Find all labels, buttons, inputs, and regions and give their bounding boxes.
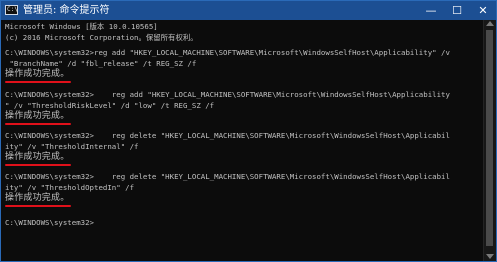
- success-message: 操作成功完成。: [5, 193, 70, 203]
- scroll-down-arrow-icon[interactable]: [486, 254, 494, 259]
- minimize-button[interactable]: —: [418, 1, 444, 20]
- console-line: " /v "ThresholdRiskLevel" /d "low" /t RE…: [5, 101, 215, 110]
- window-controls: — ☐ ✕: [418, 1, 496, 20]
- scroll-up-arrow-icon[interactable]: [486, 21, 494, 26]
- command-prompt-window: C:\ 管理员: 命令提示符 — ☐ ✕ Microsoft Windows […: [0, 0, 497, 262]
- success-highlight-underline: [5, 205, 71, 207]
- vertical-scrollbar[interactable]: [483, 20, 496, 261]
- close-button[interactable]: ✕: [470, 1, 496, 20]
- title-bar[interactable]: C:\ 管理员: 命令提示符 — ☐ ✕: [1, 1, 496, 20]
- console-line: C:\WINDOWS\system32> reg add "HKEY_LOCAL…: [5, 90, 450, 99]
- success-message: 操作成功完成。: [5, 152, 70, 162]
- console-line: ity" /v "ThresholdInternal" /f: [5, 142, 139, 151]
- command-prompt-line: C:\WINDOWS\system32>: [5, 218, 94, 227]
- console-line: C:\WINDOWS\system32> reg delete "HKEY_LO…: [5, 131, 450, 140]
- console-line: ity" /v "ThresholdOptedIn" /f: [5, 183, 135, 192]
- console-line: Microsoft Windows [版本 10.0.10565]: [5, 22, 158, 31]
- maximize-button[interactable]: ☐: [444, 1, 470, 20]
- console-line: C:\WINDOWS\system32> reg delete "HKEY_LO…: [5, 172, 450, 181]
- console-line: C:\WINDOWS\system32>reg add "HKEY_LOCAL_…: [5, 48, 450, 57]
- scroll-thumb[interactable]: [486, 30, 493, 246]
- success-highlight-underline: [5, 123, 71, 125]
- console-output[interactable]: Microsoft Windows [版本 10.0.10565] (c) 20…: [5, 22, 483, 260]
- window-title: 管理员: 命令提示符: [23, 5, 110, 16]
- success-highlight-underline: [5, 81, 71, 83]
- console-line: "BranchName" /d "fbl_release" /t REG_SZ …: [5, 59, 197, 68]
- success-highlight-underline: [5, 164, 71, 166]
- success-message: 操作成功完成。: [5, 111, 70, 121]
- console-line: (c) 2016 Microsoft Corporation。保留所有权利。: [5, 33, 198, 42]
- success-message: 操作成功完成。: [5, 69, 70, 79]
- cmd-icon: C:\: [5, 5, 18, 15]
